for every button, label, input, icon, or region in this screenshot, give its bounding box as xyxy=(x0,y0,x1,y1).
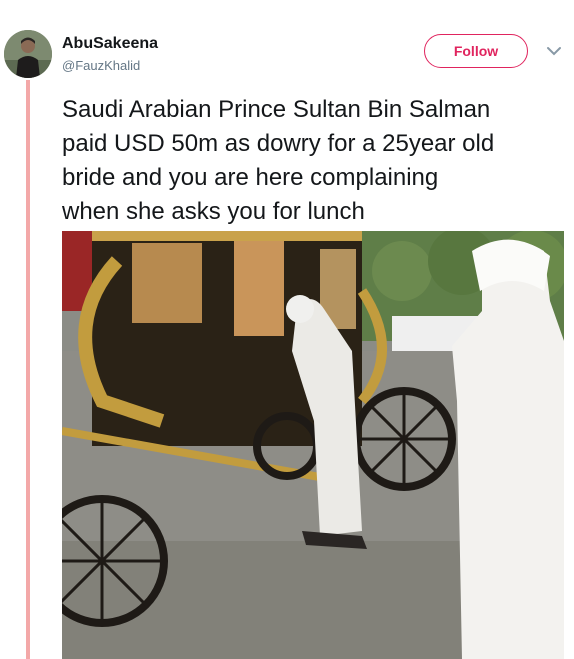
avatar-image xyxy=(4,30,52,78)
tweet-text: Saudi Arabian Prince Sultan Bin Salman p… xyxy=(62,96,495,225)
author-name[interactable]: AbuSakeena xyxy=(62,35,158,53)
follow-button[interactable]: Follow xyxy=(424,34,528,68)
chevron-down-icon[interactable] xyxy=(546,44,562,56)
media-image xyxy=(62,231,564,659)
avatar[interactable] xyxy=(4,30,52,78)
thread-line xyxy=(26,80,30,659)
tweet-media[interactable] xyxy=(62,231,564,659)
author-handle[interactable]: @FauzKhalid xyxy=(62,58,140,73)
